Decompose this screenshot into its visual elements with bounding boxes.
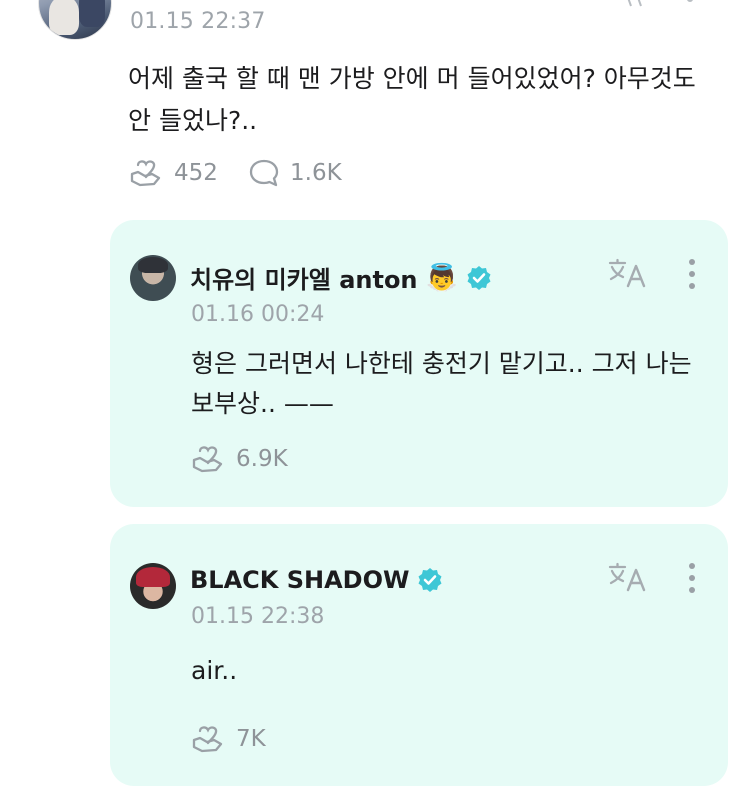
comment-thread: 01.15 22:37 어제 출국 할 때 맨 가방 안에 머 들어있었어? 아… bbox=[0, 0, 750, 810]
verified-badge-icon bbox=[467, 265, 491, 290]
more-vertical-icon[interactable] bbox=[688, 562, 696, 594]
reply-time: 01.15 22:38 bbox=[191, 604, 325, 629]
heart-hand-icon bbox=[192, 726, 223, 753]
angel-emoji: 👼 bbox=[425, 262, 458, 293]
top-post-like-count: 452 bbox=[174, 160, 218, 186]
speech-bubble-icon bbox=[249, 159, 279, 187]
top-post-time: 01.15 22:37 bbox=[130, 9, 266, 34]
reply-author-name[interactable]: 치유의 미카엘 anton bbox=[190, 260, 418, 295]
reply-like-count: 7K bbox=[236, 726, 266, 752]
reply-card: BLACK SHADOW 01.15 22:38 air.. 7K bbox=[110, 524, 728, 786]
translate-icon[interactable] bbox=[608, 562, 648, 592]
reply-author-row: BLACK SHADOW bbox=[190, 566, 443, 594]
reply-text: air.. bbox=[191, 656, 238, 685]
avatar[interactable] bbox=[130, 255, 176, 301]
reply-card: 치유의 미카엘 anton 👼 01.16 00:24 형은 그러면서 나한테 … bbox=[110, 220, 728, 507]
reply-like-button[interactable]: 7K bbox=[190, 724, 266, 754]
top-post-like-button[interactable]: 452 bbox=[128, 158, 218, 188]
reply-author-row: 치유의 미카엘 anton 👼 bbox=[190, 260, 492, 295]
reply-author-name[interactable]: BLACK SHADOW bbox=[190, 566, 409, 594]
translate-icon[interactable] bbox=[608, 258, 648, 288]
avatar[interactable] bbox=[130, 563, 176, 609]
more-vertical-icon[interactable] bbox=[688, 258, 696, 290]
top-post-comment-button[interactable]: 1.6K bbox=[248, 158, 342, 188]
reply-text: 형은 그러면서 나한테 충전기 맡기고.. 그저 나는 보부상.. —— bbox=[191, 349, 692, 418]
reply-time: 01.16 00:24 bbox=[191, 302, 325, 327]
top-post-text: 어제 출국 할 때 맨 가방 안에 머 들어있었어? 아무것도 안 들었나?.. bbox=[128, 64, 696, 135]
more-vertical-icon[interactable] bbox=[686, 0, 694, 6]
top-post-comment-count: 1.6K bbox=[290, 160, 342, 186]
verified-badge-icon bbox=[418, 568, 442, 592]
top-post-avatar[interactable] bbox=[38, 0, 112, 40]
heart-hand-icon bbox=[130, 160, 161, 187]
reply-like-count: 6.9K bbox=[236, 446, 288, 472]
translate-icon[interactable] bbox=[622, 0, 648, 8]
heart-hand-icon bbox=[192, 446, 223, 473]
reply-like-button[interactable]: 6.9K bbox=[190, 444, 288, 474]
